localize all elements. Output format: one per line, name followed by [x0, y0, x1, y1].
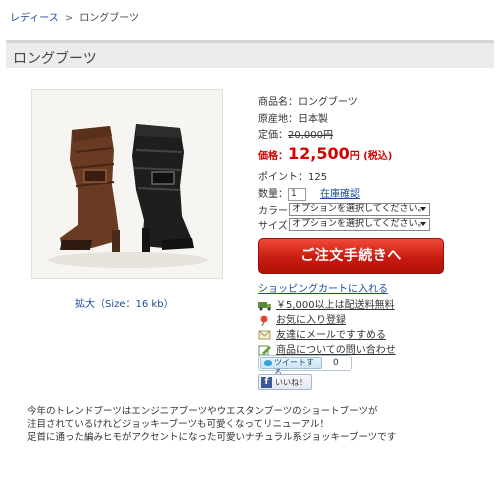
list-price-label: 定価： [258, 130, 288, 141]
price-unit: 円 (税込) [349, 151, 393, 162]
product-description: 今年のトレンドブーツはエンジニアブーツやウエスタンブーツのショートブーツが 注目… [27, 405, 396, 444]
breadcrumb: レディース > ロングブーツ [10, 9, 139, 24]
list-price-value: 20,000円 [288, 130, 333, 141]
description-line: 足首に通った編みヒモがアクセントになった可愛いナチュラル系ジョッキーブーツです [27, 432, 397, 443]
product-name: 商品名：ロングブーツ [258, 97, 358, 108]
add-to-cart-link[interactable]: ショッピングカートに入れる [258, 280, 388, 295]
page-title: ロングブーツ [13, 51, 97, 67]
mail-icon [258, 330, 271, 339]
twitter-bird-icon [264, 360, 272, 366]
product-origin: 原産地：日本製 [258, 114, 328, 125]
size-label: サイズ [258, 221, 288, 232]
tweet-widget: ツイートする 0 [258, 355, 352, 377]
email-friend-link[interactable]: 友達にメールですすめる [258, 326, 386, 341]
enlarge-link[interactable]: 拡大（Size：16 kb） [75, 295, 174, 310]
shipping-info: ￥5,000以上は配送料無料 [258, 296, 395, 311]
color-select-value: オプションを選択してください。 [292, 204, 427, 214]
quantity-label: 数量： [258, 189, 288, 200]
price-value: 12,500 [288, 144, 350, 163]
tweet-count: 0 [333, 358, 339, 368]
email-friend-text: 友達にメールですすめる [276, 330, 386, 341]
color-label: カラー [258, 206, 288, 217]
pin-icon [260, 315, 268, 326]
size-select-value: オプションを選択してください。 [292, 219, 427, 229]
chevron-down-icon [420, 222, 426, 226]
list-price: 定価：20,000円 [258, 126, 333, 141]
facebook-like-label: いいね！ [275, 378, 307, 387]
shipping-text: ￥5,000以上は配送料無料 [276, 300, 395, 311]
product-image[interactable] [31, 89, 223, 279]
description-line: 注目されているけれどジョッキーブーツも可愛くなってリニューアル！ [27, 419, 330, 430]
size-select[interactable]: オプションを選択してください。 [289, 218, 430, 231]
inquiry-link[interactable]: 商品についての問い合わせ [258, 341, 396, 356]
order-button[interactable]: ご注文手続きへ [258, 238, 444, 274]
breadcrumb-current: ロングブーツ [79, 13, 140, 24]
breadcrumb-separator: > [64, 13, 74, 24]
chevron-down-icon [420, 207, 426, 211]
facebook-icon: f [261, 377, 272, 388]
color-select[interactable]: オプションを選択してください。 [289, 203, 430, 216]
truck-icon [258, 301, 271, 310]
favorite-link[interactable]: お気に入り登録 [258, 311, 346, 326]
price-label: 価格： [258, 151, 288, 162]
edit-icon [258, 345, 271, 355]
page-title-bar: ロングブーツ [6, 40, 494, 68]
stock-check-link[interactable]: 在庫確認 [320, 189, 360, 200]
description-line: 今年のトレンドブーツはエンジニアブーツやウエスタンブーツのショートブーツが [27, 406, 378, 417]
quantity-input[interactable]: 1 [288, 187, 306, 201]
quantity-row: 数量： 1 在庫確認 [258, 185, 360, 201]
facebook-like-button[interactable]: f いいね！ [258, 374, 312, 390]
favorite-text: お気に入り登録 [276, 315, 346, 326]
boots-illustration [32, 90, 222, 278]
points: ポイント：125 [258, 172, 328, 183]
breadcrumb-category-link[interactable]: レディース [10, 13, 59, 24]
tweet-button[interactable]: ツイートする [260, 357, 322, 377]
sale-price: 価格：12,500円 (税込) [258, 144, 392, 163]
